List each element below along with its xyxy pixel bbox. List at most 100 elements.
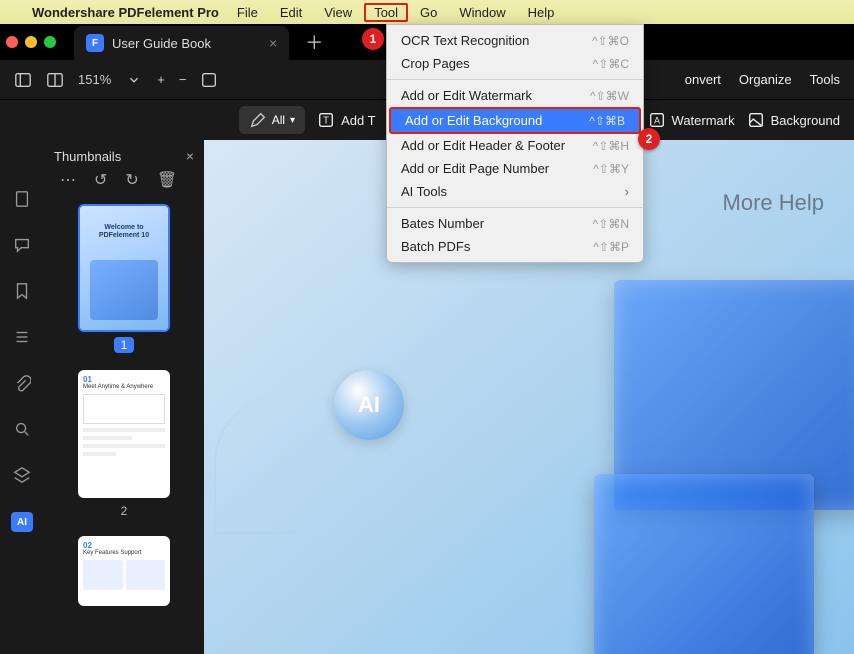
layers-icon[interactable]	[13, 466, 31, 484]
menu-file[interactable]: File	[227, 3, 268, 22]
close-tab-icon[interactable]: ×	[269, 35, 277, 51]
menu-tool[interactable]: Tool	[364, 3, 408, 22]
annotation-2: 2	[638, 128, 660, 150]
menu-item-crop-pages[interactable]: Crop Pages^⇧⌘C	[387, 52, 643, 75]
menu-item-ocr-text-recognition[interactable]: OCR Text Recognition^⇧⌘O	[387, 29, 643, 52]
menu-item-label: Add or Edit Header & Footer	[401, 138, 593, 153]
thumbnails-panel-icon[interactable]	[13, 190, 31, 208]
rotate-right-icon[interactable]: ↻	[125, 170, 138, 190]
rotate-left-icon[interactable]: ↺	[94, 170, 107, 190]
thumbnails-panel: Thumbnails × ⋯ ↺ ↻ 🗑 Welcome to PDFeleme…	[44, 140, 204, 654]
tool-menu-dropdown: OCR Text Recognition^⇧⌘OCrop Pages^⇧⌘CAd…	[386, 24, 644, 263]
organize-menu[interactable]: Organize	[739, 72, 792, 87]
menu-item-shortcut: ^⇧⌘N	[593, 217, 629, 231]
zoom-out-button[interactable]: −	[179, 72, 187, 87]
edit-all-dropdown[interactable]: All ▾	[239, 106, 305, 134]
page-number-2: 2	[121, 504, 128, 518]
menu-item-shortcut: ^⇧⌘Y	[593, 162, 629, 176]
decorative-curve	[214, 394, 354, 534]
menu-item-label: Add or Edit Background	[405, 113, 589, 128]
pen-icon	[249, 111, 267, 129]
menu-item-label: Bates Number	[401, 216, 593, 231]
menu-help[interactable]: Help	[518, 3, 565, 22]
watermark-label: Watermark	[672, 113, 735, 128]
close-window-button[interactable]	[6, 36, 18, 48]
app-name[interactable]: Wondershare PDFelement Pro	[32, 5, 219, 20]
thumbnails-title: Thumbnails	[54, 149, 121, 164]
chevron-down-icon: ▾	[290, 115, 295, 126]
menu-item-shortcut: ^⇧⌘B	[589, 114, 625, 128]
page-number-1: 1	[114, 337, 135, 353]
more-help-text: More Help	[723, 190, 824, 216]
menu-item-label: AI Tools	[401, 184, 625, 199]
more-options-icon[interactable]: ⋯	[60, 170, 76, 190]
menu-item-add-or-edit-header-footer[interactable]: Add or Edit Header & Footer^⇧⌘H	[387, 134, 643, 157]
text-icon: T	[317, 111, 335, 129]
chevron-down-icon[interactable]	[125, 71, 143, 89]
fit-page-icon[interactable]	[200, 71, 218, 89]
new-tab-button[interactable]: ＋	[305, 29, 323, 55]
menu-window[interactable]: Window	[449, 3, 515, 22]
list-panel-icon[interactable]	[13, 328, 31, 346]
menu-view[interactable]: View	[314, 3, 362, 22]
thumb1-title1: Welcome to	[80, 224, 168, 232]
menu-edit[interactable]: Edit	[270, 3, 312, 22]
menu-item-shortcut: ^⇧⌘W	[590, 89, 629, 103]
thumb1-title2: PDFelement 10	[80, 232, 168, 240]
menu-item-shortcut: ^⇧⌘P	[593, 240, 629, 254]
thumb2-num: 01	[83, 375, 165, 384]
convert-menu[interactable]: onvert	[685, 72, 721, 87]
page-thumbnail-3[interactable]: 02 Key Features Support	[78, 536, 170, 606]
menu-go[interactable]: Go	[410, 3, 447, 22]
menu-item-add-or-edit-page-number[interactable]: Add or Edit Page Number^⇧⌘Y	[387, 157, 643, 180]
menu-item-label: Add or Edit Watermark	[401, 88, 590, 103]
menu-item-add-or-edit-watermark[interactable]: Add or Edit Watermark^⇧⌘W	[387, 84, 643, 107]
svg-text:A: A	[654, 116, 660, 126]
annotation-1: 1	[362, 28, 384, 50]
ai-sidebar-button[interactable]: AI	[11, 512, 33, 532]
menu-item-label: Batch PDFs	[401, 239, 593, 254]
watermark-button[interactable]: A Watermark	[648, 111, 735, 129]
close-panel-icon[interactable]: ×	[186, 148, 194, 164]
menu-item-shortcut: ^⇧⌘H	[593, 139, 629, 153]
left-sidebar: AI	[0, 140, 44, 654]
maximize-window-button[interactable]	[44, 36, 56, 48]
page-thumbnail-1[interactable]: Welcome to PDFelement 10	[78, 204, 170, 332]
menu-item-shortcut: ^⇧⌘C	[593, 57, 629, 71]
menu-item-add-or-edit-background[interactable]: Add or Edit Background^⇧⌘B	[389, 107, 641, 134]
search-icon[interactable]	[13, 420, 31, 438]
document-tab[interactable]: F User Guide Book ×	[74, 26, 289, 60]
app-icon: F	[86, 34, 104, 52]
two-page-view-icon[interactable]	[46, 71, 64, 89]
thumb3-num: 02	[83, 541, 165, 550]
decorative-glass-2	[594, 474, 814, 654]
menu-item-label: OCR Text Recognition	[401, 33, 592, 48]
edit-all-label: All	[272, 113, 285, 127]
menu-item-ai-tools[interactable]: AI Tools›	[387, 180, 643, 203]
macos-menubar: Wondershare PDFelement Pro File Edit Vie…	[0, 0, 854, 24]
add-text-button[interactable]: T Add T	[317, 111, 375, 129]
menu-item-bates-number[interactable]: Bates Number^⇧⌘N	[387, 212, 643, 235]
zoom-level[interactable]: 151%	[78, 72, 111, 87]
zoom-in-button[interactable]: +	[157, 72, 165, 87]
page-thumbnail-2[interactable]: 01 Meet Anytime & Anywhere	[78, 370, 170, 498]
delete-page-icon[interactable]: 🗑	[157, 170, 177, 190]
window-controls	[6, 36, 56, 48]
menu-item-shortcut: ^⇧⌘O	[592, 34, 629, 48]
add-text-label: Add T	[341, 113, 375, 128]
menu-item-batch-pdfs[interactable]: Batch PDFs^⇧⌘P	[387, 235, 643, 258]
comments-panel-icon[interactable]	[13, 236, 31, 254]
attachments-panel-icon[interactable]	[13, 374, 31, 392]
sidebar-toggle-icon[interactable]	[14, 71, 32, 89]
background-icon	[747, 111, 765, 129]
ai-orb: AI	[334, 370, 404, 440]
background-button[interactable]: Background	[747, 111, 840, 129]
watermark-icon: A	[648, 111, 666, 129]
thumb3-title: Key Features Support	[83, 550, 165, 556]
bookmarks-panel-icon[interactable]	[13, 282, 31, 300]
thumb2-title: Meet Anytime & Anywhere	[83, 384, 165, 390]
menu-item-label: Add or Edit Page Number	[401, 161, 593, 176]
tools-menu[interactable]: Tools	[810, 72, 840, 87]
minimize-window-button[interactable]	[25, 36, 37, 48]
tab-title: User Guide Book	[112, 36, 211, 51]
